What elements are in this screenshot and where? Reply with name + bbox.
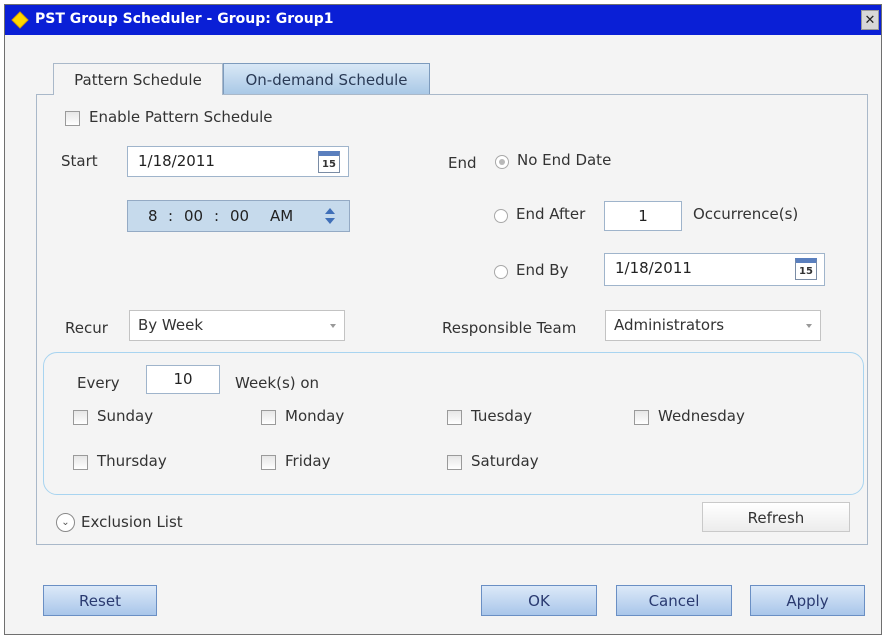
- tuesday-label: Tuesday: [471, 407, 533, 425]
- exclusion-list-toggle[interactable]: Exclusion List: [81, 513, 183, 531]
- cancel-button[interactable]: Cancel: [616, 585, 732, 616]
- time-ampm: AM: [270, 207, 294, 225]
- end-after-label: End After: [516, 205, 586, 223]
- chevron-down-icon: [806, 324, 812, 328]
- time-minute: 00: [184, 207, 204, 225]
- end-by-calendar-icon[interactable]: 15: [795, 258, 817, 280]
- thursday-checkbox[interactable]: [73, 455, 88, 470]
- calendar-day: 15: [322, 159, 336, 170]
- wednesday-label: Wednesday: [658, 407, 745, 425]
- tuesday-checkbox[interactable]: [447, 410, 462, 425]
- window-title: PST Group Scheduler - Group: Group1: [35, 11, 334, 27]
- reset-button[interactable]: Reset: [43, 585, 157, 616]
- refresh-button[interactable]: Refresh: [702, 502, 850, 532]
- time-hour: 8: [148, 207, 158, 225]
- end-by-date-field[interactable]: 1/18/2011: [604, 253, 825, 286]
- team-dropdown[interactable]: Administrators: [605, 310, 821, 341]
- team-value: Administrators: [614, 316, 725, 334]
- every-weeks-input[interactable]: 10: [146, 365, 220, 394]
- recur-label: Recur: [65, 319, 108, 337]
- tab-pattern-schedule[interactable]: Pattern Schedule: [53, 63, 223, 95]
- ok-button[interactable]: OK: [481, 585, 597, 616]
- end-by-calendar-day: 15: [799, 266, 813, 277]
- recur-dropdown[interactable]: By Week: [129, 310, 345, 341]
- end-by-radio[interactable]: [494, 265, 508, 279]
- friday-label: Friday: [285, 452, 331, 470]
- calendar-icon[interactable]: 15: [318, 151, 340, 173]
- tab-on-demand-schedule[interactable]: On-demand Schedule: [223, 63, 430, 95]
- scheduler-window: PST Group Scheduler - Group: Group1 ✕ Pa…: [4, 4, 882, 635]
- start-date-field[interactable]: 1/18/2011: [127, 146, 349, 177]
- time-sep-2: :: [214, 207, 220, 225]
- no-end-date-radio[interactable]: [495, 155, 509, 169]
- monday-label: Monday: [285, 407, 345, 425]
- no-end-date-label: No End Date: [517, 151, 612, 169]
- enable-pattern-checkbox[interactable]: [65, 111, 80, 126]
- diamond-icon: [11, 11, 29, 29]
- apply-button[interactable]: Apply: [750, 585, 865, 616]
- end-by-label: End By: [516, 261, 569, 279]
- end-by-date-value: 1/18/2011: [615, 259, 692, 277]
- sunday-checkbox[interactable]: [73, 410, 88, 425]
- spinner-icon[interactable]: [324, 207, 336, 225]
- monday-checkbox[interactable]: [261, 410, 276, 425]
- sunday-label: Sunday: [97, 407, 154, 425]
- time-sep-1: :: [168, 207, 174, 225]
- start-time-field[interactable]: 8 : 00 : 00 AM: [127, 200, 350, 232]
- thursday-label: Thursday: [97, 452, 167, 470]
- saturday-checkbox[interactable]: [447, 455, 462, 470]
- occurrences-value: 1: [638, 207, 648, 225]
- wednesday-checkbox[interactable]: [634, 410, 649, 425]
- enable-pattern-label: Enable Pattern Schedule: [89, 108, 273, 126]
- friday-checkbox[interactable]: [261, 455, 276, 470]
- time-second: 00: [230, 207, 250, 225]
- chevron-down-icon: [330, 324, 336, 328]
- occurrences-input[interactable]: 1: [604, 201, 682, 231]
- team-label: Responsible Team: [442, 319, 577, 337]
- start-date-value: 1/18/2011: [138, 152, 215, 170]
- end-label: End: [448, 154, 477, 172]
- every-label: Every: [77, 374, 120, 392]
- chevron-down-circle-icon[interactable]: ⌄: [56, 513, 75, 532]
- start-label: Start: [61, 152, 98, 170]
- occurrences-label: Occurrence(s): [693, 205, 799, 223]
- close-button[interactable]: ✕: [861, 10, 879, 30]
- saturday-label: Saturday: [471, 452, 539, 470]
- every-weeks-value: 10: [173, 370, 193, 388]
- title-bar: PST Group Scheduler - Group: Group1 ✕: [5, 5, 881, 35]
- end-after-radio[interactable]: [494, 209, 508, 223]
- weeks-on-label: Week(s) on: [235, 374, 320, 392]
- recur-value: By Week: [138, 316, 204, 334]
